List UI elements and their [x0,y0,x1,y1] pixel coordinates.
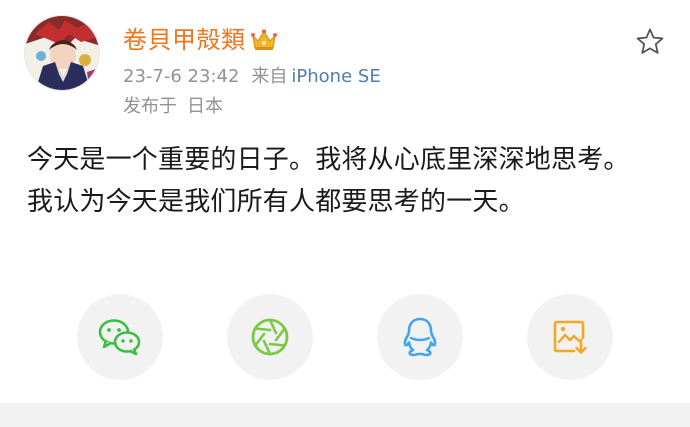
share-save-image-button[interactable] [527,294,613,380]
post-body-text: 今天是一个重要的日子。我将从心底里深深地思考。我认为今天是我们所有人都要思考的一… [27,145,630,217]
moments-aperture-icon [251,318,289,356]
username-row: 卷貝甲殻類 [123,23,278,57]
save-image-icon [553,320,587,354]
post-timestamp: 23-7-6 23:42 [123,66,240,87]
bottom-divider-bar [0,403,690,427]
location-name: 日本 [187,96,223,117]
share-qq-button[interactable] [377,294,463,380]
post-meta: 23-7-6 23:42 来自 iPhone SE [123,64,381,90]
crown-icon [250,28,278,52]
post-location: 发布于 日本 [123,94,223,120]
location-prefix: 发布于 [123,96,177,117]
source-device-link[interactable]: iPhone SE [291,66,380,87]
share-wechat-button[interactable] [77,294,163,380]
username[interactable]: 卷貝甲殻類 [123,23,246,57]
avatar[interactable] [24,15,100,91]
weibo-post-share-card: 卷貝甲殻類 23-7-6 23:42 来自 iPhone SE 发布于 日本 今天是一… [0,0,690,427]
wechat-icon [98,319,141,356]
share-moments-button[interactable] [227,294,313,380]
avatar-image [25,16,99,90]
qq-penguin-icon [403,317,437,357]
source-prefix: 来自 [251,66,288,87]
favorite-button[interactable] [634,26,666,58]
star-outline-icon [636,28,664,54]
